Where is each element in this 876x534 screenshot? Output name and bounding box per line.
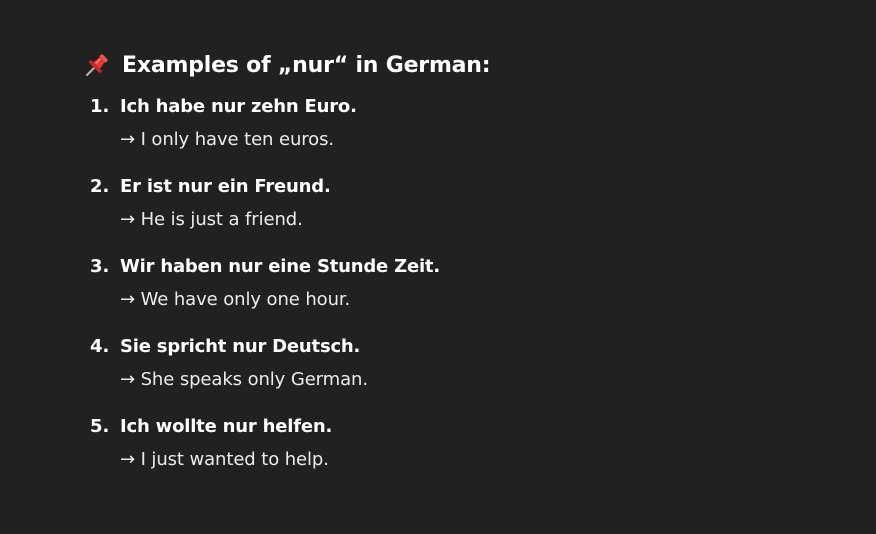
item-number: 2. <box>90 176 110 197</box>
german-sentence: Sie spricht nur Deutsch. <box>120 336 361 357</box>
english-translation: → I just wanted to help. <box>120 449 329 470</box>
heading-text: Examples of „nur“ in German: <box>122 52 491 78</box>
english-translation: → I only have ten euros. <box>120 129 334 150</box>
list-item: 5. Ich wollte nur helfen. → I just wante… <box>84 412 824 492</box>
item-number: 5. <box>90 416 110 437</box>
german-sentence: Er ist nur ein Freund. <box>120 176 331 197</box>
examples-list: 1. Ich habe nur zehn Euro. → I only have… <box>84 92 824 492</box>
english-translation: → She speaks only German. <box>120 369 368 390</box>
list-item: 2. Er ist nur ein Freund. → He is just a… <box>84 172 824 252</box>
item-number: 1. <box>90 96 110 117</box>
chat-message: Examples of „nur“ in German: 1. Ich habe… <box>84 48 824 492</box>
list-item: 4. Sie spricht nur Deutsch. → She speaks… <box>84 332 824 412</box>
item-number: 4. <box>90 336 110 357</box>
german-sentence: Wir haben nur eine Stunde Zeit. <box>120 256 440 277</box>
section-heading: Examples of „nur“ in German: <box>84 48 824 82</box>
english-translation: → He is just a friend. <box>120 209 303 230</box>
german-sentence: Ich wollte nur helfen. <box>120 416 333 437</box>
english-translation: → We have only one hour. <box>120 289 351 310</box>
german-sentence: Ich habe nur zehn Euro. <box>120 96 357 117</box>
list-item: 3. Wir haben nur eine Stunde Zeit. → We … <box>84 252 824 332</box>
item-number: 3. <box>90 256 110 277</box>
pushpin-icon <box>84 52 110 78</box>
list-item: 1. Ich habe nur zehn Euro. → I only have… <box>84 92 824 172</box>
